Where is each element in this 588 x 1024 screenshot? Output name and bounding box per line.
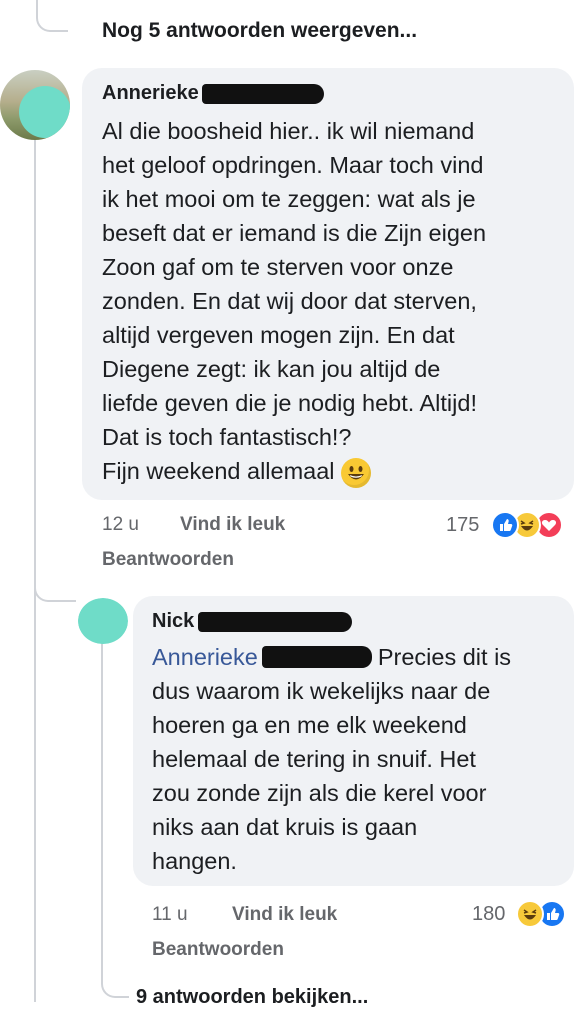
avatar[interactable] <box>0 70 70 140</box>
haha-icon <box>516 900 544 928</box>
reaction-count[interactable]: 180 <box>472 903 505 926</box>
avatar[interactable] <box>78 598 128 644</box>
reaction-count[interactable]: 175 <box>446 514 479 537</box>
like-button[interactable]: Vind ik leuk <box>232 904 337 926</box>
grinning-emoji-icon <box>340 457 371 488</box>
like-icon <box>491 511 519 539</box>
redacted-name <box>198 611 353 632</box>
comment-author[interactable]: Nick <box>152 610 353 633</box>
redacted-name <box>261 646 372 668</box>
thread-line <box>101 640 103 980</box>
view-replies-link[interactable]: 9 antwoorden bekijken... <box>136 986 368 1009</box>
reply-button[interactable]: Beantwoorden <box>152 939 284 961</box>
comment-bubble: Nick Annerieke Precies dit is dus waarom… <box>133 596 574 886</box>
comment-author[interactable]: Annerieke <box>102 82 324 105</box>
show-more-replies-link[interactable]: Nog 5 antwoorden weergeven... <box>102 19 417 43</box>
comment-text: Al die boosheid hier.. ik wil niemand he… <box>102 114 572 488</box>
mention-link[interactable]: Annerieke <box>152 640 258 674</box>
redacted-name <box>201 83 324 104</box>
comment-text: Annerieke Precies dit is dus waarom ik w… <box>152 640 572 878</box>
comment-timestamp[interactable]: 11 u <box>152 904 188 926</box>
comment-bubble: Annerieke Al die boosheid hier.. ik wil … <box>82 68 574 500</box>
comment-timestamp[interactable]: 12 u <box>102 514 139 536</box>
reply-button[interactable]: Beantwoorden <box>102 549 234 571</box>
thread-connector <box>101 960 129 998</box>
thread-connector <box>36 0 68 32</box>
thread-connector <box>34 540 76 602</box>
like-button[interactable]: Vind ik leuk <box>180 514 285 536</box>
